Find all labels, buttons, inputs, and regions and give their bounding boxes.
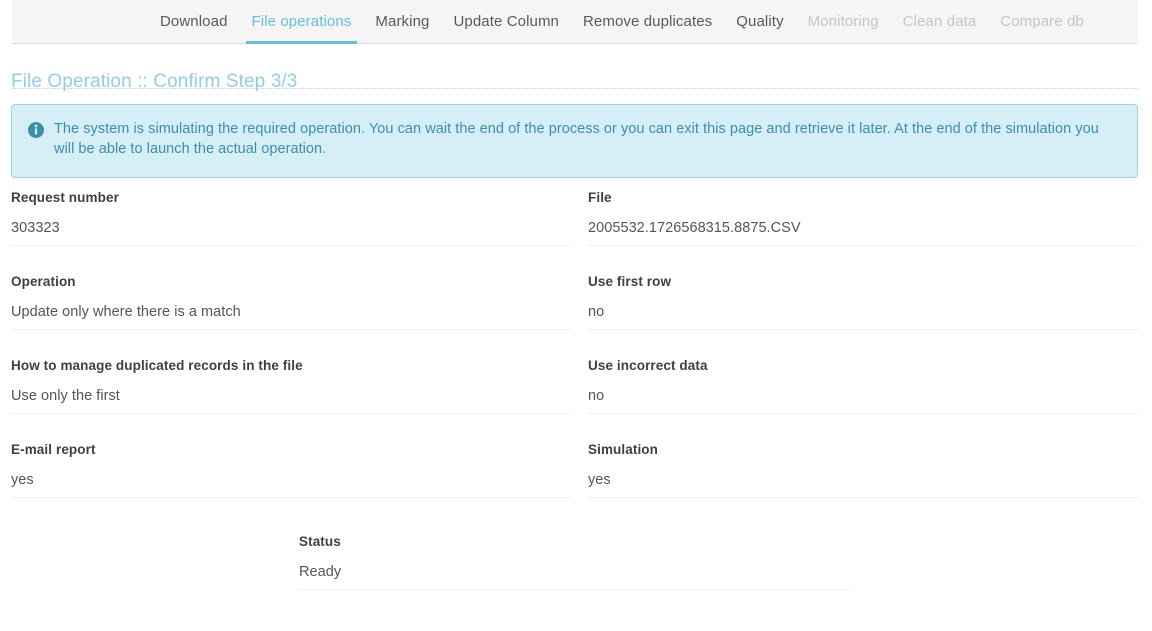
field-value: yes	[11, 472, 571, 498]
field-use-first-row: Use first row no	[588, 274, 1139, 330]
field-email-report: E-mail report yes	[11, 442, 571, 498]
field-label: E-mail report	[11, 442, 96, 457]
field-label: Use first row	[588, 274, 672, 289]
field-label: How to manage duplicated records in the …	[11, 358, 303, 373]
field-status: Status Ready	[299, 534, 850, 590]
field-value: no	[588, 304, 1139, 330]
field-value: 303323	[11, 220, 571, 246]
field-operation: Operation Update only where there is a m…	[11, 274, 571, 330]
row-spacer	[0, 414, 1152, 442]
field-request-number: Request number 303323	[11, 190, 571, 246]
tab-monitoring: Monitoring	[807, 13, 879, 30]
field-value: 2005532.1726568315.8875.CSV	[588, 220, 1139, 246]
field-label: Use incorrect data	[588, 358, 708, 373]
page-title: File Operation :: Confirm Step 3/3	[11, 70, 298, 92]
tab-remove-duplicates[interactable]: Remove duplicates	[571, 0, 724, 43]
field-value: Use only the first	[11, 388, 571, 414]
tab-file-operations[interactable]: File operations	[240, 0, 364, 44]
confirmation-details: Request number 303323 File 2005532.17265…	[0, 190, 1152, 498]
tab-download[interactable]: Download	[148, 0, 240, 43]
info-alert: The system is simulating the required op…	[11, 104, 1138, 178]
field-value: yes	[588, 472, 1139, 498]
field-use-incorrect-data: Use incorrect data no	[588, 358, 1139, 414]
main-tab-bar: Download File operations Marking Update …	[12, 0, 1138, 44]
tab-compare-db: Compare db	[1000, 13, 1084, 30]
info-circle-icon	[28, 122, 44, 138]
row-spacer	[0, 330, 1152, 358]
info-alert-text: The system is simulating the required op…	[54, 121, 1099, 157]
field-label: Operation	[11, 274, 76, 289]
tab-quality[interactable]: Quality	[724, 0, 795, 43]
field-simulation: Simulation yes	[588, 442, 1139, 498]
field-value: no	[588, 388, 1139, 414]
field-value: Update only where there is a match	[11, 304, 571, 330]
field-row: E-mail report yes Simulation yes	[0, 442, 1152, 498]
field-row: Request number 303323 File 2005532.17265…	[0, 190, 1152, 246]
field-row: Operation Update only where there is a m…	[0, 274, 1152, 330]
tab-clean-data: Clean data	[902, 13, 977, 30]
field-row: How to manage duplicated records in the …	[0, 358, 1152, 414]
field-label: Simulation	[588, 442, 659, 457]
status-label: Status	[299, 534, 341, 549]
app-page: Download File operations Marking Update …	[0, 0, 1152, 631]
row-spacer	[0, 246, 1152, 274]
tab-update-column[interactable]: Update Column	[441, 0, 571, 43]
tab-marking[interactable]: Marking	[363, 0, 441, 43]
title-divider	[11, 88, 1138, 89]
field-label: File	[588, 190, 612, 205]
status-badge: Ready	[299, 564, 850, 590]
field-file: File 2005532.1726568315.8875.CSV	[588, 190, 1139, 246]
field-label: Request number	[11, 190, 119, 205]
field-duplicate-handling: How to manage duplicated records in the …	[11, 358, 571, 414]
